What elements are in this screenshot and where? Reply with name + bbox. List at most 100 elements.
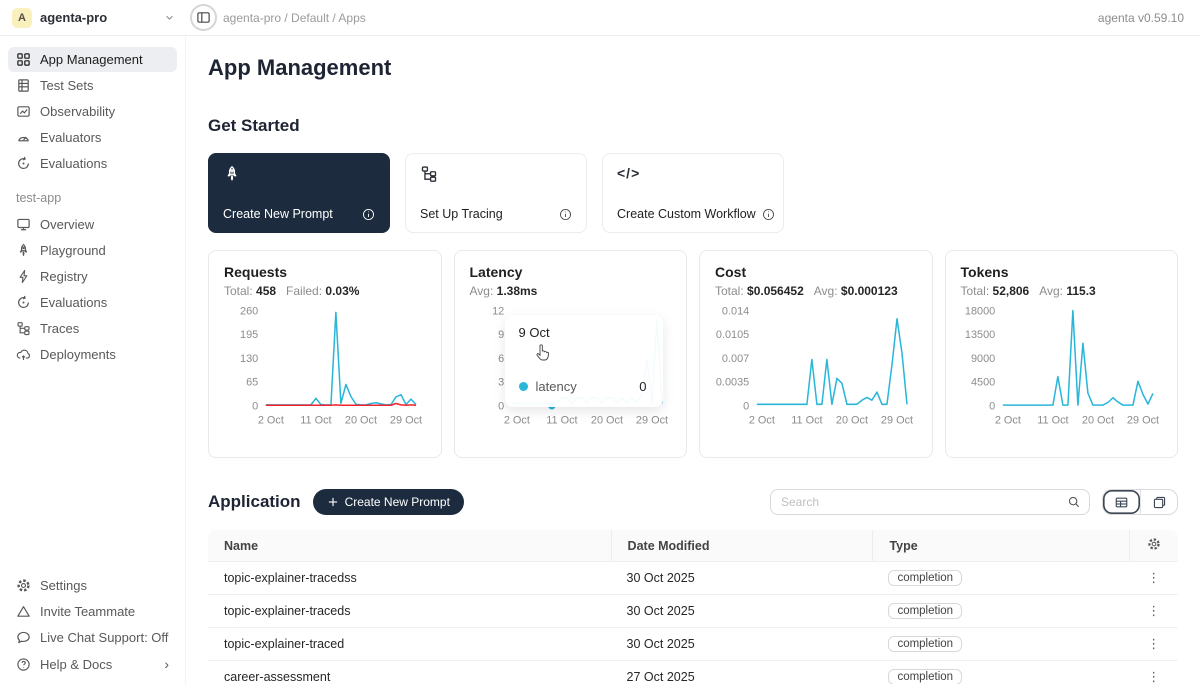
org-avatar: A bbox=[12, 8, 32, 28]
table-row[interactable]: topic-explainer-traceds 30 Oct 2025 comp… bbox=[208, 595, 1178, 628]
chart-stat: Total: $0.056452 bbox=[715, 284, 804, 298]
sidebar-footer-item[interactable]: Help & Docs › bbox=[8, 651, 177, 677]
get-started-card[interactable]: Create New Prompt bbox=[208, 153, 390, 233]
requests-chart-card: RequestsTotal: 458Failed: 0.03%065130195… bbox=[208, 250, 442, 458]
table-row[interactable]: topic-explainer-tracedss 30 Oct 2025 com… bbox=[208, 562, 1178, 595]
svg-text:2 Oct: 2 Oct bbox=[749, 415, 775, 427]
svg-text:6: 6 bbox=[498, 353, 504, 365]
create-new-prompt-button[interactable]: Create New Prompt bbox=[313, 489, 464, 515]
cost-chart: 00.00350.0070.01050.0142 Oct11 Oct20 Oct… bbox=[715, 303, 917, 434]
chart-stat: Avg: $0.000123 bbox=[814, 284, 898, 298]
svg-text:65: 65 bbox=[246, 377, 258, 389]
get-started-card[interactable]: </> Create Custom Workflow bbox=[602, 153, 784, 233]
svg-text:0.014: 0.014 bbox=[722, 305, 749, 317]
card-view-button[interactable] bbox=[1140, 490, 1177, 514]
info-icon[interactable] bbox=[559, 208, 572, 221]
type-badge: completion bbox=[888, 603, 962, 619]
chart-title: Requests bbox=[224, 264, 426, 280]
sidebar-item-icon bbox=[16, 104, 31, 119]
gear-icon[interactable] bbox=[1147, 537, 1161, 551]
svg-text:9: 9 bbox=[498, 329, 504, 341]
create-new-prompt-label: Create New Prompt bbox=[345, 495, 450, 509]
type-cell: completion bbox=[872, 562, 1129, 595]
more-actions-icon[interactable]: ⋮ bbox=[1147, 636, 1160, 651]
column-header-date-modified: Date Modified bbox=[611, 530, 873, 562]
sidebar-item-icon bbox=[16, 269, 31, 284]
table-row[interactable]: career-assessment 27 Oct 2025 completion… bbox=[208, 661, 1178, 684]
main-content: App Management Get Started Create New Pr… bbox=[186, 36, 1200, 684]
svg-text:20 Oct: 20 Oct bbox=[590, 415, 622, 427]
sidebar-item-label: Deployments bbox=[40, 347, 116, 362]
type-badge: completion bbox=[888, 636, 962, 652]
app-name-cell[interactable]: topic-explainer-traced bbox=[208, 628, 611, 661]
sidebar-item[interactable]: Evaluators bbox=[8, 125, 177, 150]
sidebar-item-label: Evaluations bbox=[40, 295, 107, 310]
get-started-cards: Create New Prompt Set Up Tracing </> Cre… bbox=[208, 153, 1178, 233]
svg-text:12: 12 bbox=[492, 305, 504, 317]
svg-text:29 Oct: 29 Oct bbox=[881, 415, 913, 427]
app-version: agenta v0.59.10 bbox=[1098, 11, 1200, 25]
requests-chart: 0651301952602 Oct11 Oct20 Oct29 Oct bbox=[224, 303, 426, 434]
sidebar-item[interactable]: Overview bbox=[8, 212, 177, 237]
row-actions-cell: ⋮ bbox=[1129, 628, 1178, 661]
sidebar-item[interactable]: App Management bbox=[8, 47, 177, 72]
sidebar-item-icon bbox=[16, 52, 31, 67]
app-name-cell[interactable]: topic-explainer-traceds bbox=[208, 595, 611, 628]
sidebar-item[interactable]: Test Sets bbox=[8, 73, 177, 98]
svg-text:0: 0 bbox=[989, 400, 995, 412]
sidebar-item[interactable]: Deployments bbox=[8, 342, 177, 367]
chart-plot[interactable]: 0651301952602 Oct11 Oct20 Oct29 Oct bbox=[224, 303, 426, 434]
app-name-cell[interactable]: career-assessment bbox=[208, 661, 611, 684]
more-actions-icon[interactable]: ⋮ bbox=[1147, 603, 1160, 618]
column-settings-header bbox=[1129, 530, 1178, 562]
org-switcher[interactable]: A agenta-pro bbox=[0, 8, 186, 28]
sidebar-item[interactable]: Evaluations bbox=[8, 151, 177, 176]
chart-plot[interactable]: 00.00350.0070.01050.0142 Oct11 Oct20 Oct… bbox=[715, 303, 917, 434]
more-actions-icon[interactable]: ⋮ bbox=[1147, 669, 1160, 684]
sidebar-app-nav: Overview Playground Registry Evaluations… bbox=[0, 211, 185, 368]
row-actions-cell: ⋮ bbox=[1129, 562, 1178, 595]
breadcrumb[interactable]: agenta-pro / Default / Apps bbox=[223, 11, 366, 25]
plus-icon bbox=[327, 496, 339, 508]
svg-text:20 Oct: 20 Oct bbox=[345, 415, 377, 427]
sidebar-item[interactable]: Registry bbox=[8, 264, 177, 289]
search-input[interactable] bbox=[771, 490, 1059, 514]
sidebar-footer-item[interactable]: Settings bbox=[8, 573, 177, 598]
type-cell: completion bbox=[872, 595, 1129, 628]
tooltip-series-label: latency bbox=[536, 379, 577, 394]
column-header-type: Type bbox=[872, 530, 1129, 562]
svg-text:0.007: 0.007 bbox=[722, 353, 749, 365]
info-icon[interactable] bbox=[362, 208, 375, 221]
sidebar-item-label: Invite Teammate bbox=[40, 604, 135, 619]
sidebar-item[interactable]: Traces bbox=[8, 316, 177, 341]
sidebar-collapse-button[interactable] bbox=[190, 4, 217, 31]
svg-text:18000: 18000 bbox=[964, 305, 994, 317]
svg-text:2 Oct: 2 Oct bbox=[503, 415, 529, 427]
applications-table: Name Date Modified Type topic-explainer-… bbox=[208, 530, 1178, 684]
sidebar-footer-item[interactable]: Invite Teammate bbox=[8, 599, 177, 624]
sidebar-item-icon bbox=[16, 347, 31, 362]
date-modified-cell: 27 Oct 2025 bbox=[611, 661, 873, 684]
sidebar-item-label: Evaluators bbox=[40, 130, 101, 145]
info-icon[interactable] bbox=[762, 208, 775, 221]
svg-text:0: 0 bbox=[252, 400, 258, 412]
sidebar-footer-nav: Settings Invite Teammate Live Chat Suppo… bbox=[0, 572, 185, 684]
sidebar-item-label: Overview bbox=[40, 217, 94, 232]
search-icon[interactable] bbox=[1059, 490, 1089, 514]
chart-plot[interactable]: 04500900013500180002 Oct11 Oct20 Oct29 O… bbox=[961, 303, 1163, 434]
table-row[interactable]: topic-explainer-traced 30 Oct 2025 compl… bbox=[208, 628, 1178, 661]
sidebar-item[interactable]: Evaluations bbox=[8, 290, 177, 315]
svg-text:195: 195 bbox=[240, 329, 258, 341]
svg-text:11 Oct: 11 Oct bbox=[546, 415, 577, 427]
sidebar-footer-item[interactable]: Live Chat Support: Off bbox=[8, 625, 177, 650]
page-title: App Management bbox=[208, 55, 1178, 81]
more-actions-icon[interactable]: ⋮ bbox=[1147, 570, 1160, 585]
table-view-button[interactable] bbox=[1103, 490, 1140, 514]
sidebar-item[interactable]: Observability bbox=[8, 99, 177, 124]
sidebar-item[interactable]: Playground bbox=[8, 238, 177, 263]
legend-dot bbox=[519, 382, 528, 391]
svg-text:0: 0 bbox=[743, 400, 749, 412]
app-name-cell[interactable]: topic-explainer-tracedss bbox=[208, 562, 611, 595]
get-started-card[interactable]: Set Up Tracing bbox=[405, 153, 587, 233]
type-cell: completion bbox=[872, 628, 1129, 661]
